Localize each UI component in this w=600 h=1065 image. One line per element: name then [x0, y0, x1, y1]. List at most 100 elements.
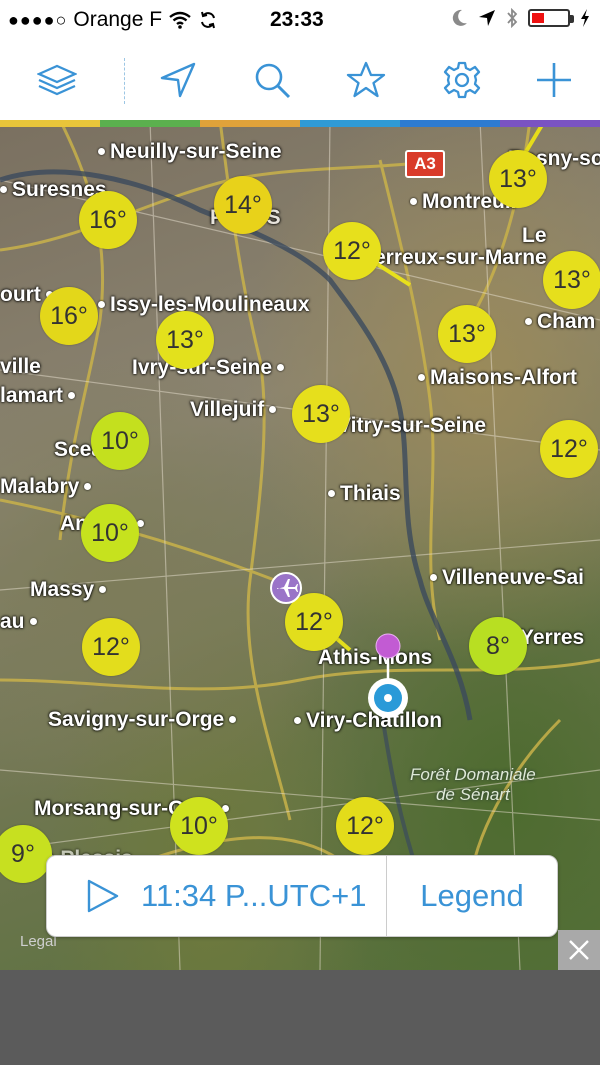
close-button[interactable] [558, 930, 600, 970]
temperature-marker[interactable]: 16° [40, 287, 98, 345]
current-location-icon[interactable] [366, 676, 410, 720]
place-label: ourt [0, 283, 53, 306]
timeline-panel: 11:34 P...UTC+1 Legend [46, 855, 558, 937]
color-segment [300, 120, 400, 127]
place-label: Massy [30, 578, 107, 601]
airport-icon[interactable] [270, 572, 302, 604]
gear-icon [443, 61, 481, 99]
forest-label-line1: Forêt Domaniale [410, 765, 536, 784]
moon-icon [452, 9, 467, 26]
play-icon [87, 879, 119, 913]
temperature-value: 13° [448, 319, 486, 348]
color-segment [100, 120, 200, 127]
place-label: Malabry [0, 475, 92, 498]
status-bar: ●●●●○ Orange F 23:33 [0, 0, 600, 40]
temperature-value: 13° [302, 399, 340, 428]
temperature-value: 14° [224, 190, 262, 219]
color-segment [500, 120, 600, 127]
status-left: ●●●●○ Orange F [8, 8, 218, 32]
place-label: lamart [0, 384, 76, 407]
temperature-value: 9° [11, 839, 35, 868]
temperature-marker[interactable]: 10° [91, 412, 149, 470]
temperature-value: 13° [499, 164, 537, 193]
temperature-value: 12° [92, 632, 130, 661]
place-label: Vitry-sur-Seine [337, 414, 486, 437]
place-label: Maisons-Alfort [418, 366, 577, 389]
location-services-icon [479, 10, 495, 26]
place-label: Thiais [328, 482, 401, 505]
temperature-marker[interactable]: 13° [489, 150, 547, 208]
plus-icon [537, 63, 571, 97]
temperature-marker[interactable]: 13° [543, 251, 600, 309]
temperature-marker[interactable]: 10° [81, 504, 139, 562]
place-label: Issy-les-Moulineaux [98, 293, 310, 316]
temperature-marker[interactable]: 12° [540, 420, 598, 478]
wifi-icon [169, 11, 191, 29]
favorites-button[interactable] [342, 56, 390, 104]
play-control[interactable]: 11:34 P...UTC+1 [47, 856, 387, 936]
temperature-value: 12° [295, 607, 333, 636]
legend-button[interactable]: Legend [387, 856, 557, 936]
place-label: Perreux-sur-Marne [360, 246, 547, 269]
layers-icon [37, 64, 77, 96]
toolbar-separator [124, 58, 125, 104]
location-arrow-icon [160, 62, 196, 98]
temperature-marker[interactable]: 12° [82, 618, 140, 676]
color-segment [0, 120, 100, 127]
place-label: Savigny-sur-Orge [48, 708, 237, 731]
toolbar [0, 40, 600, 120]
place-label: Cham [524, 310, 596, 333]
temperature-marker[interactable]: 12° [323, 222, 381, 280]
temperature-value: 13° [166, 325, 204, 354]
temperature-value: 12° [550, 434, 588, 463]
place-label: Villeneuve-Sai [429, 566, 585, 589]
temperature-marker[interactable]: 12° [336, 797, 394, 855]
temperature-value: 10° [101, 426, 139, 455]
layer-color-bar [0, 120, 600, 127]
place-label: Le [522, 224, 547, 247]
status-right [452, 8, 590, 28]
clock: 23:33 [270, 8, 324, 31]
temperature-marker[interactable]: 10° [170, 797, 228, 855]
legend-label: Legend [420, 878, 524, 913]
temperature-marker[interactable]: 13° [438, 305, 496, 363]
temperature-value: 8° [486, 631, 510, 660]
layers-button[interactable] [33, 56, 81, 104]
temperature-value: 16° [89, 205, 127, 234]
temperature-marker[interactable]: 16° [79, 191, 137, 249]
color-segment [200, 120, 300, 127]
add-button[interactable] [530, 56, 578, 104]
battery-icon [528, 9, 574, 27]
temperature-value: 10° [180, 811, 218, 840]
search-button[interactable] [248, 56, 296, 104]
search-icon [255, 63, 291, 99]
temperature-value: 12° [346, 811, 384, 840]
temperature-marker[interactable]: 13° [156, 311, 214, 369]
settings-button[interactable] [438, 56, 486, 104]
place-label: au [0, 610, 36, 633]
bluetooth-icon [507, 8, 518, 28]
location-button[interactable] [154, 56, 202, 104]
place-label: Villejuif [190, 398, 277, 421]
bottom-area [0, 970, 600, 1065]
forest-label: Forêt Domaniale de Sénart [410, 765, 536, 805]
temperature-marker[interactable]: 8° [469, 617, 527, 675]
place-label: Yerres [520, 626, 585, 649]
carrier-label: Orange F [73, 8, 163, 31]
signal-icon: ●●●●○ [8, 9, 68, 30]
color-segment [400, 120, 500, 127]
place-label: Neuilly-sur-Seine [98, 140, 282, 163]
a3-highway-shield: A3 [405, 150, 445, 178]
forest-label-line2: de Sénart [435, 785, 510, 804]
temperature-value: 13° [553, 265, 591, 294]
charging-icon [581, 9, 589, 27]
map-view[interactable]: A3 Neuilly-sur-Seine Suresnes PARIS Mont… [0, 120, 600, 970]
temperature-marker[interactable]: 14° [214, 176, 272, 234]
place-label: ville [0, 355, 41, 378]
star-icon [346, 61, 386, 98]
temperature-value: 12° [333, 236, 371, 265]
temperature-value: 10° [91, 518, 129, 547]
sync-icon [201, 11, 216, 29]
temperature-marker[interactable]: 13° [292, 385, 350, 443]
close-icon [569, 940, 589, 960]
